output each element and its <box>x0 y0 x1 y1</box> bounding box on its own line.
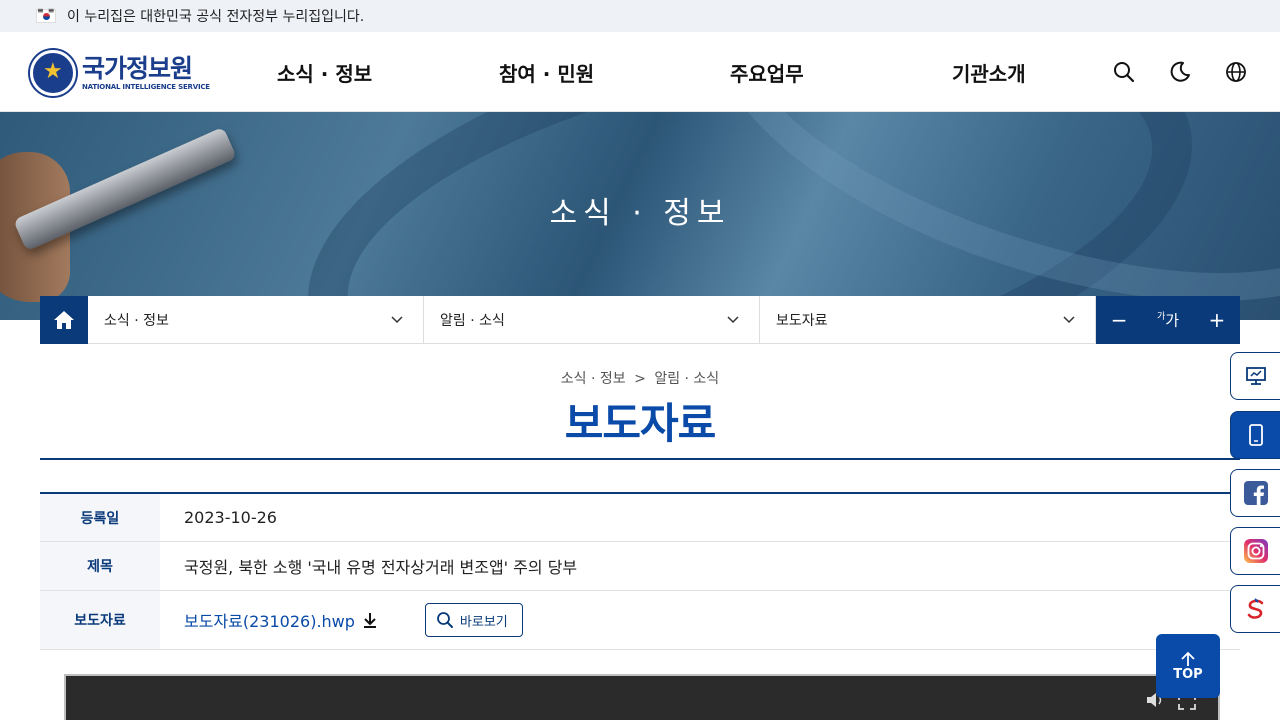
font-decrease-button[interactable]: − <box>1111 308 1128 332</box>
location-bar: 소식 · 정보 알림 · 소식 보도자료 − 가가 + <box>40 296 1240 344</box>
quick-sns-button[interactable] <box>1230 585 1280 633</box>
nav-news-info[interactable]: 소식 · 정보 <box>277 58 372 87</box>
logo-korean: 국가정보원 <box>82 54 193 83</box>
hero-title: 소식 · 정보 <box>549 196 731 231</box>
instagram-icon <box>1243 539 1268 563</box>
location-select-depth2[interactable]: 알림 · 소식 <box>424 296 760 344</box>
breadcrumb-item[interactable]: 알림 · 소식 <box>654 371 719 387</box>
search-icon[interactable] <box>1112 60 1136 84</box>
nav-participation[interactable]: 참여 · 민원 <box>499 58 594 87</box>
language-icon[interactable] <box>1224 60 1248 84</box>
logo-english: NATIONAL INTELLIGENCE SERVICE <box>82 83 210 91</box>
chevron-down-icon <box>391 316 403 324</box>
monitor-icon <box>1245 367 1266 385</box>
file-download-link[interactable]: 보도자료(231026).hwp <box>184 608 377 632</box>
font-size-label: 가가 <box>1156 311 1180 330</box>
quick-facebook-button[interactable] <box>1230 469 1280 517</box>
page-title: 보도자료 <box>564 399 717 448</box>
arrow-up-icon <box>1181 651 1195 666</box>
subject-label: 제목 <box>40 542 160 590</box>
font-size-control: − 가가 + <box>1096 296 1240 344</box>
search-icon <box>437 612 453 628</box>
file-label: 보도자료 <box>40 591 160 649</box>
table-row: 제목 국정원, 북한 소행 '국내 유명 전자상거래 변조앱' 주의 당부 <box>40 542 1240 591</box>
download-icon <box>363 613 376 628</box>
gov-banner: 이 누리집은 대한민국 공식 전자정부 누리집입니다. <box>0 0 1280 32</box>
home-button[interactable] <box>40 296 88 344</box>
nis-seal-icon <box>30 50 76 96</box>
location-select-depth1[interactable]: 소식 · 정보 <box>88 296 424 344</box>
breadcrumb: 소식 · 정보 > 알림 · 소식 <box>0 368 1280 388</box>
breadcrumb-separator: > <box>634 371 646 387</box>
quick-monitor-button[interactable] <box>1230 352 1280 400</box>
chevron-down-icon <box>727 316 739 324</box>
title-divider <box>40 458 1240 460</box>
nav-main-work[interactable]: 주요업무 <box>730 58 804 87</box>
dark-mode-icon[interactable] <box>1168 60 1192 84</box>
location-select-depth3[interactable]: 보도자료 <box>760 296 1096 344</box>
scroll-top-button[interactable]: TOP <box>1156 634 1220 698</box>
quick-instagram-button[interactable] <box>1230 527 1280 575</box>
date-value: 2023-10-26 <box>184 508 277 527</box>
breadcrumb-item[interactable]: 소식 · 정보 <box>561 371 626 387</box>
video-player[interactable] <box>64 674 1220 720</box>
preview-button[interactable]: 바로보기 <box>424 603 523 637</box>
date-label: 등록일 <box>40 494 160 541</box>
mobile-icon <box>1248 424 1263 446</box>
subject-value: 국정원, 북한 소행 '국내 유명 전자상거래 변조앱' 주의 당부 <box>184 558 578 577</box>
nav-about[interactable]: 기관소개 <box>952 58 1026 87</box>
hero-banner: 소식 · 정보 <box>0 112 1280 320</box>
chevron-down-icon <box>1063 316 1075 324</box>
header: 국가정보원 NATIONAL INTELLIGENCE SERVICE 소식 ·… <box>0 32 1280 112</box>
gov-banner-text: 이 누리집은 대한민국 공식 전자정부 누리집입니다. <box>67 9 365 25</box>
sns-icon <box>1247 598 1263 619</box>
facebook-icon <box>1243 481 1268 505</box>
logo[interactable]: 국가정보원 NATIONAL INTELLIGENCE SERVICE <box>30 50 210 96</box>
table-row: 등록일 2023-10-26 <box>40 494 1240 542</box>
table-row: 보도자료 보도자료(231026).hwp 바로보기 <box>40 591 1240 650</box>
font-increase-button[interactable]: + <box>1208 308 1225 332</box>
home-icon <box>54 311 74 329</box>
quick-mobile-button[interactable] <box>1230 411 1280 459</box>
korea-flag-icon <box>36 6 57 23</box>
article-info-table: 등록일 2023-10-26 제목 국정원, 북한 소행 '국내 유명 전자상거… <box>40 492 1240 650</box>
